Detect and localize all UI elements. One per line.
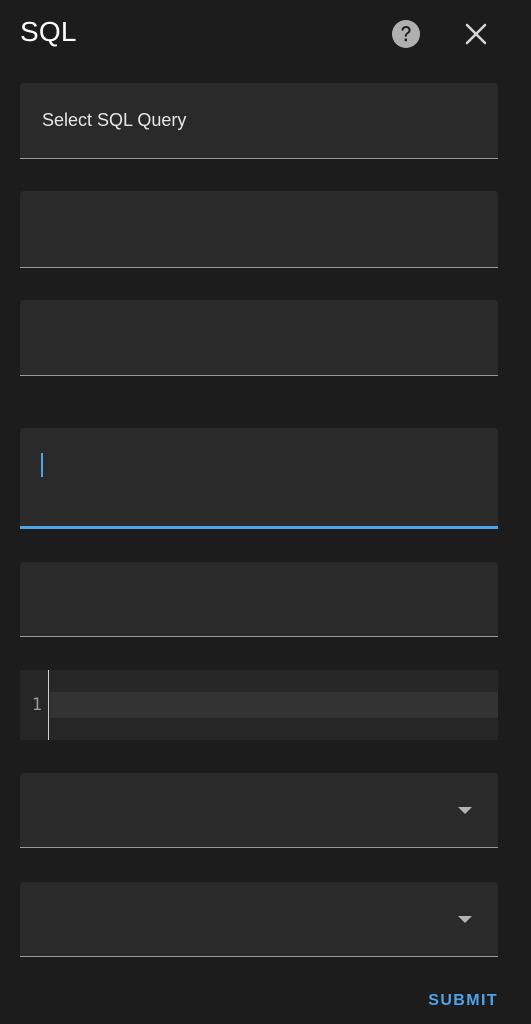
- chevron-down-icon: [458, 807, 472, 814]
- text-field-2[interactable]: [20, 191, 498, 268]
- sql-code-editor[interactable]: 1: [20, 670, 498, 740]
- active-code-line: [50, 692, 498, 718]
- dropdown-select-2[interactable]: [20, 882, 498, 957]
- select-sql-query-label: Select SQL Query: [42, 110, 187, 130]
- focused-text-field[interactable]: [20, 428, 498, 529]
- dialog-title: SQL: [20, 16, 77, 47]
- close-icon: [465, 23, 487, 45]
- help-button[interactable]: [386, 14, 426, 54]
- submit-button[interactable]: SUBMIT: [428, 992, 498, 1010]
- text-field-3[interactable]: [20, 300, 498, 376]
- chevron-down-icon: [458, 916, 472, 923]
- select-sql-query-field[interactable]: Select SQL Query: [20, 83, 498, 159]
- text-field-5[interactable]: [20, 562, 498, 637]
- text-caret: [41, 453, 43, 477]
- line-number: 1: [31, 695, 42, 715]
- code-gutter: 1: [20, 670, 49, 740]
- close-button[interactable]: [456, 14, 496, 54]
- dropdown-select-1[interactable]: [20, 773, 498, 848]
- help-circle-icon: [392, 20, 420, 48]
